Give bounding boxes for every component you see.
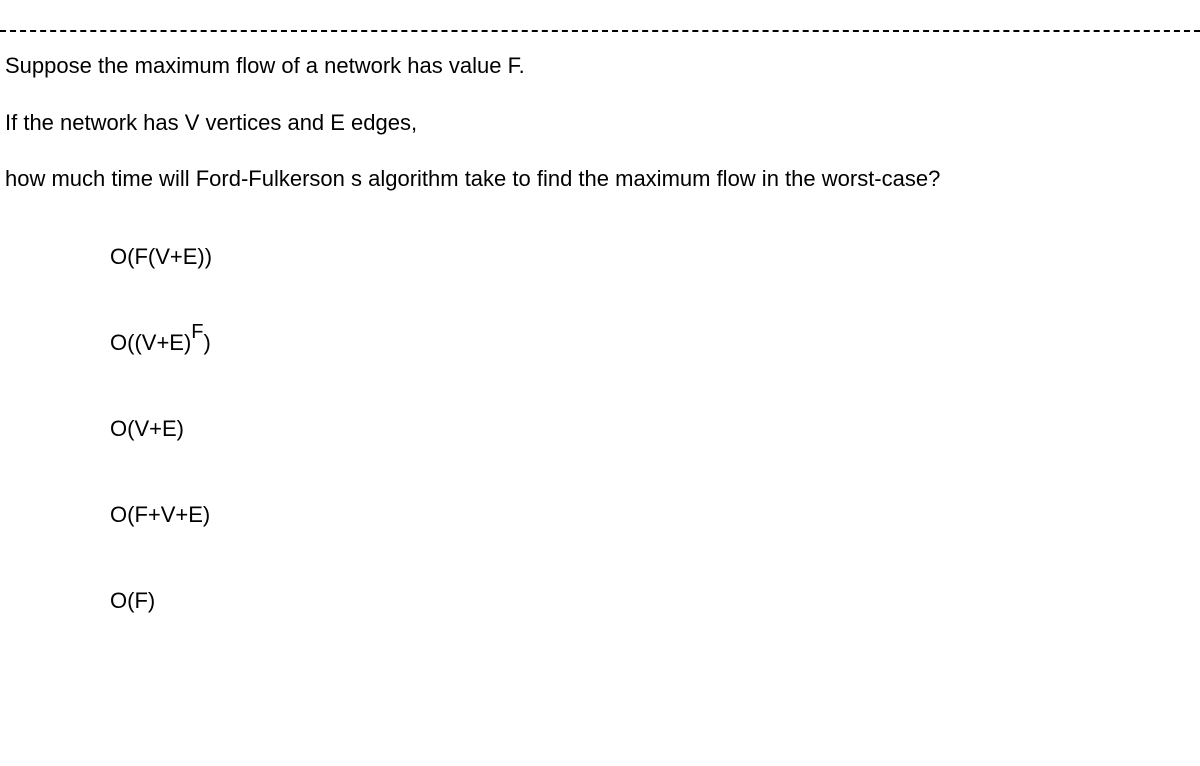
answer-options: O(F(V+E)) O((V+E)F) O(V+E) O(F+V+E) O(F) <box>0 244 1200 614</box>
option-a-text: O(F(V+E)) <box>110 244 212 269</box>
option-b-suffix: ) <box>204 330 211 355</box>
question-block: Suppose the maximum flow of a network ha… <box>0 52 1200 194</box>
option-c-text: O(V+E) <box>110 416 184 441</box>
option-b[interactable]: O((V+E)F) <box>110 330 1200 356</box>
option-d-text: O(F+V+E) <box>110 502 210 527</box>
section-divider <box>0 30 1200 32</box>
option-b-superscript: F <box>191 321 203 343</box>
question-line-2: If the network has V vertices and E edge… <box>5 109 1200 138</box>
option-e[interactable]: O(F) <box>110 588 1200 614</box>
option-a[interactable]: O(F(V+E)) <box>110 244 1200 270</box>
option-c[interactable]: O(V+E) <box>110 416 1200 442</box>
question-line-1: Suppose the maximum flow of a network ha… <box>5 52 1200 81</box>
option-b-prefix: O((V+E) <box>110 330 191 355</box>
option-e-text: O(F) <box>110 588 155 613</box>
option-d[interactable]: O(F+V+E) <box>110 502 1200 528</box>
question-line-3: how much time will Ford-Fulkerson s algo… <box>5 165 1200 194</box>
